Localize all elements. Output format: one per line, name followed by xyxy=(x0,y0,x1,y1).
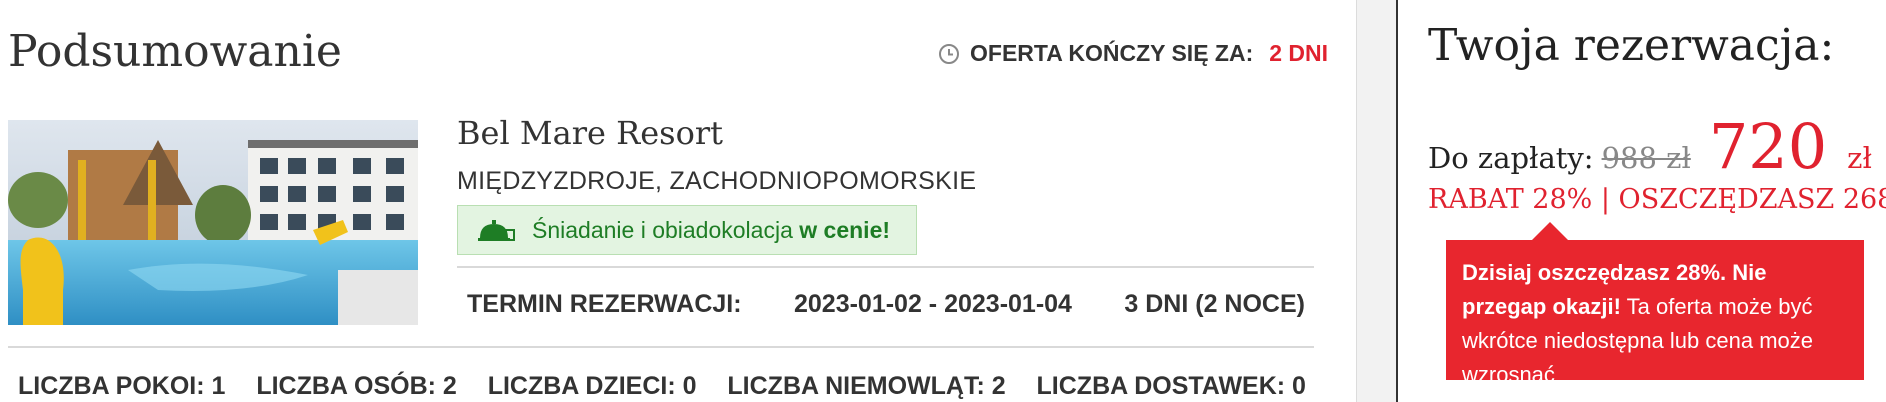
hotel-name[interactable]: Bel Mare Resort xyxy=(457,114,723,152)
extra-beds-count: LICZBA DOSTAWEK: 0 xyxy=(1036,372,1306,400)
term-duration: 3 DNI (2 NOCE) xyxy=(1124,290,1305,318)
promo-box: Dzisiaj oszczędzasz 28%. Nie przegap oka… xyxy=(1446,240,1864,387)
offer-ends-label: OFERTA KOŃCZY SIĘ ZA: xyxy=(970,40,1254,66)
rooms-count: LICZBA POKOI: 1 xyxy=(18,372,226,400)
divider xyxy=(457,266,1314,268)
panel-gutter xyxy=(1356,0,1396,402)
board-included: w cenie! xyxy=(799,216,891,243)
discount-summary: RABAT 28% | OSZCZĘDZASZ 268 ZŁ xyxy=(1428,184,1886,215)
persons-count: LICZBA OSÓB: 2 xyxy=(256,372,457,400)
board-text: Śniadanie i obiadokolacja xyxy=(532,216,793,243)
new-price: 720 xyxy=(1708,110,1828,183)
divider xyxy=(1356,0,1357,402)
price-row: Do zapłaty: 988 zł 720 zł xyxy=(1428,110,1872,183)
pay-label: Do zapłaty: xyxy=(1428,141,1594,175)
counts-row: LICZBA POKOI: 1 LICZBA OSÓB: 2 LICZBA DZ… xyxy=(18,372,1306,401)
term-row: TERMIN REZERWACJI: 2023-01-02 - 2023-01-… xyxy=(467,290,1305,319)
offer-countdown: OFERTA KOŃCZY SIĘ ZA: 2 DNI xyxy=(938,40,1328,67)
children-count: LICZBA DZIECI: 0 xyxy=(487,372,697,400)
term-label: TERMIN REZERWACJI: xyxy=(467,290,742,318)
panel-border xyxy=(1396,0,1398,402)
promo-arrow xyxy=(1532,222,1568,240)
page-title: Podsumowanie xyxy=(8,26,342,77)
reservation-title: Twoja rezerwacja: xyxy=(1428,20,1835,71)
board-badge: Śniadanie i obiadokolacja w cenie! xyxy=(457,205,917,255)
offer-ends-days: 2 DNI xyxy=(1269,40,1329,66)
hotel-photo xyxy=(8,120,418,325)
hotel-location: MIĘDZYZDROJE, ZACHODNIOPOMORSKIE xyxy=(457,167,977,195)
old-price: 988 zł xyxy=(1601,141,1691,175)
divider xyxy=(8,346,1314,348)
infants-count: LICZBA NIEMOWLĄT: 2 xyxy=(727,372,1006,400)
currency: zł xyxy=(1847,141,1872,175)
clock-icon xyxy=(939,43,959,64)
dish-icon xyxy=(478,220,515,241)
term-dates: 2023-01-02 - 2023-01-04 xyxy=(793,290,1072,318)
